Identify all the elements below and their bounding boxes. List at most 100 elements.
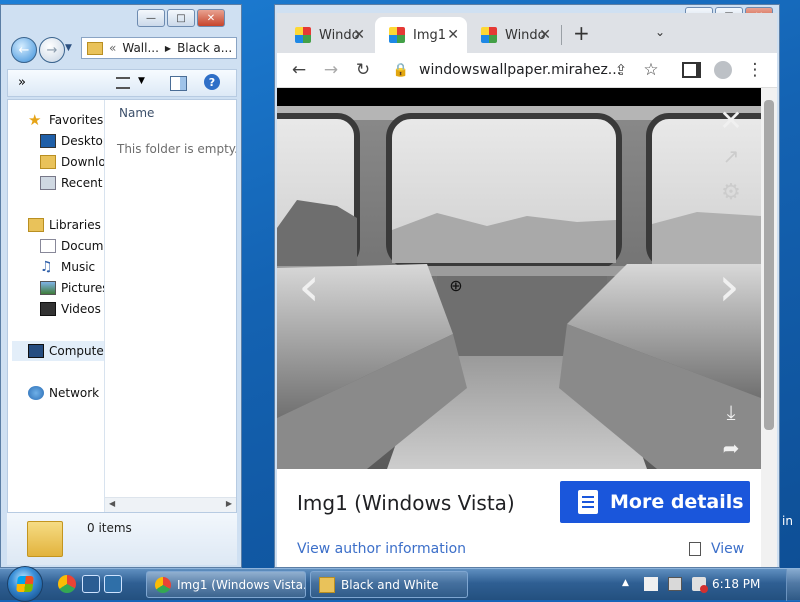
nav-item-music[interactable]: ♫ Music	[40, 257, 95, 277]
new-tab-button[interactable]: +	[573, 21, 590, 45]
explorer-body: ★ Favorites Desktop Downlo Recent I Libr…	[7, 99, 237, 513]
bookmark-star-icon[interactable]: ☆	[641, 60, 661, 80]
tab-search-chevron-icon[interactable]: ⌄	[655, 25, 665, 39]
view-dropdown-chevron-icon[interactable]: ▼	[138, 76, 145, 86]
chrome-icon[interactable]	[58, 575, 76, 593]
explorer-window: — □ ✕ ← → ▼ « Wall... ▶ Black a... » ▼ ?…	[0, 4, 242, 568]
nav-item-label: Desktop	[61, 134, 104, 148]
forward-arrow-icon[interactable]: →	[321, 60, 341, 80]
taskbar-button-chrome[interactable]: Img1 (Windows Vista...	[146, 571, 306, 598]
open-in-new-icon[interactable]: ↗	[715, 140, 747, 172]
view-link[interactable]: View	[689, 541, 744, 557]
nav-item-documents[interactable]: Docume	[40, 236, 104, 256]
lock-icon[interactable]: 🔒	[391, 60, 411, 80]
scrollbar-thumb[interactable]	[764, 100, 774, 430]
column-header-name[interactable]: Name	[119, 106, 154, 120]
zoom-in-cursor-icon: ⊕	[449, 275, 463, 295]
browser-toolbar: ← → ↻ 🔒 windowswallpaper.mirahez... ⇪ ☆ …	[277, 53, 777, 88]
nav-item-label: Downlo	[61, 155, 105, 169]
preview-pane-icon[interactable]	[170, 76, 187, 91]
scroll-right-icon[interactable]: ▶	[226, 499, 232, 508]
close-viewer-icon[interactable]: ✕	[715, 104, 747, 137]
back-button[interactable]: ←	[11, 37, 37, 63]
tab-wallpaper-1[interactable]: Windo ✕	[281, 17, 373, 53]
tab-close-icon[interactable]: ✕	[447, 27, 459, 43]
address-bar[interactable]: « Wall... ▶ Black a...	[81, 37, 237, 59]
site-favicon-icon	[481, 27, 497, 43]
author-info-link[interactable]: View author information	[297, 541, 466, 557]
nav-item-label: Videos	[61, 302, 101, 316]
breadcrumb-item[interactable]: Wall...	[122, 41, 159, 55]
nav-item-recent-places[interactable]: Recent I	[40, 173, 105, 193]
navigation-pane: ★ Favorites Desktop Downlo Recent I Libr…	[8, 100, 105, 512]
network-status-icon[interactable]	[668, 577, 682, 591]
nav-item-videos[interactable]: Videos	[40, 299, 101, 319]
network-icon	[28, 386, 44, 400]
nav-item-desktop[interactable]: Desktop	[40, 131, 104, 151]
scroll-left-icon[interactable]: ◀	[109, 499, 115, 508]
share-icon[interactable]: ➦	[715, 432, 747, 464]
nav-item-label: Recent I	[61, 176, 105, 190]
horizontal-scrollbar[interactable]: ◀ ▶	[105, 497, 236, 512]
tab-close-icon[interactable]: ✕	[353, 27, 365, 43]
recent-pages-chevron-icon[interactable]: ▼	[65, 43, 72, 53]
reload-icon[interactable]: ↻	[353, 60, 373, 80]
train-interior-photo[interactable]	[277, 88, 761, 469]
item-count: 0 items	[87, 521, 132, 535]
menu-kebab-icon[interactable]: ⋮	[745, 60, 765, 80]
browser-window: — □ ✕ Windo ✕ Img1 ✕ Windo ✕ + ⌄ ← → ↻ 🔒…	[274, 4, 780, 568]
view-options-icon[interactable]	[116, 77, 130, 89]
desktop-icon	[40, 134, 56, 148]
action-center-flag-icon[interactable]	[644, 577, 658, 591]
maximize-button[interactable]: □	[167, 9, 195, 27]
tab-close-icon[interactable]: ✕	[539, 27, 551, 43]
start-button[interactable]	[7, 566, 43, 602]
show-hidden-icons-icon[interactable]: ▲	[622, 578, 629, 588]
document-icon	[578, 490, 598, 514]
tab-wallpaper-2[interactable]: Windo ✕	[467, 17, 559, 53]
download-icon[interactable]: ⤓	[715, 396, 747, 428]
breadcrumb-item[interactable]: Black a...	[177, 41, 232, 55]
clock[interactable]: 6:18 PM	[712, 577, 760, 591]
nav-item-network[interactable]: Network	[28, 383, 99, 403]
nav-item-downloads[interactable]: Downlo	[40, 152, 105, 172]
previous-image-icon[interactable]: ‹	[291, 255, 327, 318]
nav-item-label: Libraries	[49, 218, 101, 232]
recent-places-icon	[40, 176, 56, 190]
vertical-scrollbar[interactable]	[761, 88, 777, 567]
toolbar-more-button[interactable]: »	[18, 75, 26, 90]
desktop-label-fragment: in	[782, 514, 793, 528]
nav-item-computer[interactable]: Compute	[12, 341, 104, 361]
settings-gear-icon[interactable]: ⚙	[715, 176, 747, 208]
back-arrow-icon[interactable]: ←	[289, 60, 309, 80]
music-icon: ♫	[40, 259, 53, 275]
taskbar-button-explorer[interactable]: Black and White	[310, 571, 468, 598]
show-desktop-button[interactable]	[786, 569, 800, 601]
breadcrumb-arrow-icon[interactable]: ▶	[165, 44, 171, 53]
tab-img1[interactable]: Img1 ✕	[375, 17, 467, 53]
nav-item-favorites[interactable]: ★ Favorites	[28, 110, 103, 130]
side-panel-icon-shape	[681, 62, 701, 78]
file-list[interactable]: Name This folder is empty.	[105, 100, 236, 512]
help-icon[interactable]: ?	[204, 74, 220, 90]
share-icon[interactable]: ⇪	[611, 60, 631, 80]
view-link-label: View	[711, 541, 745, 557]
computer-icon[interactable]	[82, 575, 100, 593]
more-details-button[interactable]: More details	[560, 481, 750, 523]
minimize-button[interactable]: —	[137, 9, 165, 27]
folder-icon	[27, 521, 63, 557]
breadcrumb-separator-icon: «	[109, 41, 117, 55]
explorer-titlebar[interactable]: — □ ✕	[1, 5, 241, 33]
image-info-panel: Img1 (Windows Vista) More details View a…	[277, 469, 761, 567]
nav-item-label: Favorites	[49, 113, 104, 127]
nav-item-libraries[interactable]: Libraries	[28, 215, 101, 235]
profile-avatar-icon[interactable]	[713, 60, 733, 80]
nav-item-pictures[interactable]: Pictures	[40, 278, 104, 298]
avatar	[714, 61, 732, 79]
side-panel-icon[interactable]	[681, 60, 701, 80]
close-button[interactable]: ✕	[197, 9, 225, 27]
next-image-icon[interactable]: ›	[711, 255, 747, 318]
forward-button[interactable]: →	[39, 37, 65, 63]
explorer-icon[interactable]	[104, 575, 122, 593]
url-bar[interactable]: windowswallpaper.mirahez...	[419, 57, 629, 83]
